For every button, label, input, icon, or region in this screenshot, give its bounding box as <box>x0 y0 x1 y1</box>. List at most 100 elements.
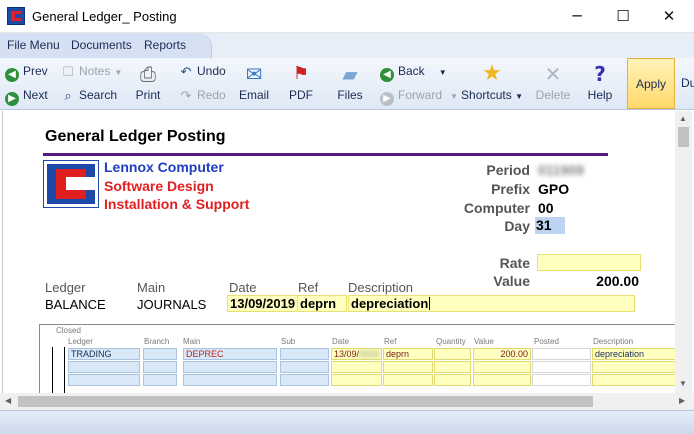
row3-branch[interactable] <box>143 374 177 386</box>
row2-ledger[interactable] <box>68 361 140 373</box>
rate-label: Rate <box>499 255 530 271</box>
form-title: General Ledger Posting <box>45 128 226 145</box>
scroll-up-icon[interactable]: ▲ <box>679 114 687 123</box>
row3-main[interactable] <box>183 374 277 386</box>
scroll-down-icon[interactable]: ▼ <box>679 379 687 388</box>
forward-dropdown-icon: ▼ <box>450 92 458 101</box>
row3-date[interactable] <box>331 374 382 386</box>
row1-date[interactable]: 13/09/2019 <box>331 348 382 360</box>
star-icon: ★ <box>482 61 502 86</box>
period-value[interactable]: 011909 <box>538 162 584 178</box>
maximize-button[interactable]: ☐ <box>600 0 646 32</box>
row2-branch[interactable] <box>143 361 177 373</box>
computer-value[interactable]: 00 <box>538 200 554 216</box>
row2-sub[interactable] <box>280 361 329 373</box>
search-icon: ⌕ <box>64 89 72 104</box>
forward-button[interactable]: ▶ Forward ▼ <box>380 88 458 106</box>
delete-label: Delete <box>535 88 571 102</box>
row1-quantity[interactable] <box>434 348 471 360</box>
redo-button[interactable]: ↷ Redo <box>178 88 226 104</box>
help-label: Help <box>587 88 613 102</box>
row1-ledger[interactable]: TRADING <box>68 348 140 360</box>
row1-posted[interactable] <box>532 348 591 360</box>
computer-label: Computer <box>463 200 530 216</box>
row3-ref[interactable] <box>383 374 433 386</box>
folder-icon: ▰ <box>342 62 358 86</box>
print-button[interactable]: ⎙ Print <box>122 60 174 108</box>
closed-label: Closed <box>56 326 81 335</box>
scroll-right-icon[interactable]: ▶ <box>679 396 685 405</box>
value-field[interactable]: 200.00 <box>537 273 641 290</box>
horizontal-scroll-thumb[interactable] <box>18 396 593 407</box>
search-label: Search <box>79 88 118 102</box>
col-header-date: Date <box>332 337 349 346</box>
row2-posted[interactable] <box>532 361 591 373</box>
delete-button[interactable]: ✕ Delete <box>527 60 579 108</box>
ref-label: Ref <box>298 280 319 295</box>
shortcuts-button[interactable]: ★ Shortcuts ▼ <box>458 60 526 108</box>
day-value[interactable]: 31 <box>535 217 565 234</box>
company-logo <box>43 160 99 208</box>
row3-posted[interactable] <box>532 374 591 386</box>
search-button[interactable]: ⌕ Search <box>60 88 117 104</box>
row2-description[interactable] <box>592 361 676 373</box>
date-input[interactable]: 13/09/2019 <box>227 295 298 312</box>
ledger-value[interactable]: BALANCE <box>45 297 106 312</box>
title-bar: General Ledger_ Posting ─ ☐ ✕ <box>0 0 694 33</box>
row2-date[interactable] <box>331 361 382 373</box>
vertical-scrollbar[interactable]: ▲ ▼ <box>675 111 692 393</box>
menu-reports[interactable]: Reports <box>144 38 186 52</box>
pdf-button[interactable]: ⚑ PDF <box>275 60 327 108</box>
row3-value[interactable] <box>473 374 531 386</box>
redo-label: Redo <box>197 88 226 102</box>
minimize-button[interactable]: ─ <box>554 0 600 32</box>
apply-button[interactable]: Apply <box>627 58 675 109</box>
col-header-ledger: Ledger <box>68 337 93 346</box>
row3-description[interactable] <box>592 374 676 386</box>
forward-arrow-icon: ▶ <box>380 92 394 106</box>
email-button[interactable]: ✉ Email <box>228 60 280 108</box>
menu-file[interactable]: File Menu <box>7 38 60 52</box>
notes-icon: ☐ <box>62 65 74 80</box>
row1-main[interactable]: DEPREC <box>183 348 277 360</box>
help-button[interactable]: ? Help <box>574 60 626 108</box>
row1-description[interactable]: depreciation <box>592 348 676 360</box>
menu-documents[interactable]: Documents <box>71 38 132 52</box>
undo-label: Undo <box>197 64 226 78</box>
row3-quantity[interactable] <box>434 374 471 386</box>
prefix-value[interactable]: GPO <box>538 181 569 197</box>
description-label: Description <box>348 280 414 295</box>
undo-button[interactable]: ↶ Undo <box>178 64 226 80</box>
row2-value[interactable] <box>473 361 531 373</box>
back-button[interactable]: ◀ Back ▼ <box>380 64 447 82</box>
row2-main[interactable] <box>183 361 277 373</box>
scroll-left-icon[interactable]: ◀ <box>5 396 11 405</box>
horizontal-scrollbar[interactable]: ◀ ▶ <box>0 393 694 410</box>
close-button[interactable]: ✕ <box>646 0 692 32</box>
next-button[interactable]: ▶ Next <box>5 88 48 106</box>
main-value[interactable]: JOURNALS <box>137 297 206 312</box>
title-divider <box>43 153 608 156</box>
row3-ledger[interactable] <box>68 374 140 386</box>
description-input[interactable]: depreciation <box>348 295 635 312</box>
shortcuts-dropdown-icon: ▼ <box>515 92 523 101</box>
back-arrow-icon: ◀ <box>380 68 394 82</box>
row2-quantity[interactable] <box>434 361 471 373</box>
row3-sub[interactable] <box>280 374 329 386</box>
prev-button[interactable]: ◀ Prev <box>5 64 48 82</box>
vertical-scroll-thumb[interactable] <box>678 127 689 147</box>
ref-input[interactable]: deprn <box>297 295 347 312</box>
row1-sub[interactable] <box>280 348 329 360</box>
row1-ref[interactable]: deprn <box>383 348 433 360</box>
back-dropdown-icon: ▼ <box>438 68 447 77</box>
day-label: Day <box>504 218 530 234</box>
overflow-button-cutoff[interactable]: Du <box>681 76 694 90</box>
row1-value[interactable]: 200.00 <box>473 348 531 360</box>
notes-button[interactable]: ☐ Notes ▼ <box>60 64 122 80</box>
rate-input[interactable] <box>537 254 641 271</box>
period-label: Period <box>486 162 530 178</box>
row1-branch[interactable] <box>143 348 177 360</box>
files-button[interactable]: ▰ Files <box>324 60 376 108</box>
prefix-label: Prefix <box>491 181 530 197</box>
row2-ref[interactable] <box>383 361 433 373</box>
